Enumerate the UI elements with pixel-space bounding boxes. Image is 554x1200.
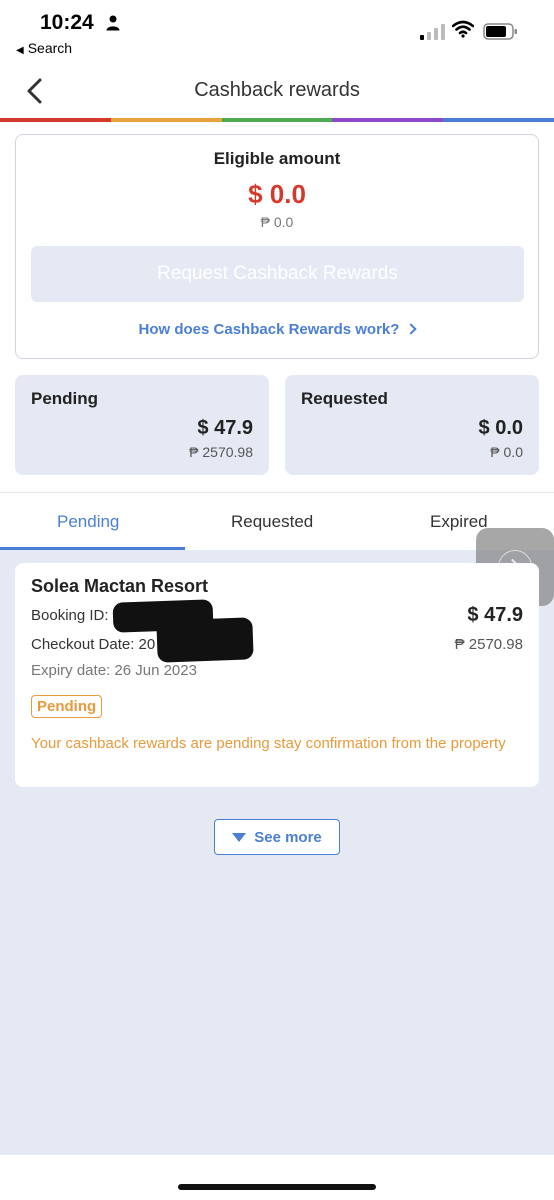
pending-summary-title: Pending [31, 389, 99, 408]
requested-summary-card: Requested $ 0.0 ₱ 0.0 [285, 375, 539, 475]
hotel-name: Solea Mactan Resort [31, 576, 209, 596]
booking-amount-php: ₱ 2570.98 [454, 636, 523, 653]
chevron-right-icon [405, 323, 418, 335]
redaction-mark [156, 617, 254, 663]
status-bar: 10:24 ◀ Search [0, 0, 554, 66]
how-cashback-works-link[interactable]: How does Cashback Rewards work? [16, 321, 538, 338]
requested-summary-usd: $ 0.0 [478, 417, 523, 439]
person-icon [106, 15, 120, 31]
back-search-label: Search [27, 40, 73, 56]
status-badge: Pending [31, 695, 103, 718]
back-to-search-link[interactable]: ◀ Search [16, 40, 72, 56]
pending-summary-card: Pending $ 47.9 ₱ 2570.98 [15, 375, 269, 475]
eligible-amount-card: Eligible amount $ 0.0 ₱ 0.0 Request Cash… [15, 134, 539, 359]
requested-summary-title: Requested [301, 389, 388, 408]
see-more-label: See more [254, 828, 322, 846]
expiry-date: Expiry date: 26 Jun 2023 [31, 662, 197, 679]
eligible-amount-php: ₱ 0.0 [260, 214, 294, 230]
caret-down-icon [232, 832, 247, 842]
how-cashback-works-label: How does Cashback Rewards work? [138, 321, 400, 338]
page-title: Cashback rewards [194, 79, 360, 101]
tab-bar: Pending Requested Expired [0, 492, 554, 550]
tab-expired[interactable]: Expired [430, 512, 488, 532]
requested-summary-php: ₱ 0.0 [490, 444, 523, 460]
booking-card[interactable]: Solea Mactan Resort Booking ID: 79016633… [15, 563, 539, 787]
active-tab-indicator [0, 547, 185, 550]
pending-note: Your cashback rewards are pending stay c… [31, 735, 506, 752]
pending-summary-php: ₱ 2570.98 [189, 444, 253, 460]
home-indicator[interactable] [178, 1184, 376, 1190]
see-more-button[interactable]: See more [214, 819, 340, 855]
booking-amount-usd: $ 47.9 [467, 604, 523, 626]
status-time: 10:24 [40, 11, 94, 34]
bottom-safe-area [0, 1155, 554, 1200]
back-triangle-icon: ◀ [16, 45, 24, 56]
tab-requested[interactable]: Requested [231, 512, 313, 532]
navbar: Cashback rewards [0, 66, 554, 118]
eligible-amount-label: Eligible amount [213, 149, 341, 168]
pending-summary-usd: $ 47.9 [197, 417, 253, 439]
request-cashback-button[interactable]: Request Cashback Rewards [31, 246, 524, 302]
wifi-icon [452, 20, 474, 38]
eligible-amount-usd: $ 0.0 [248, 179, 306, 209]
cellular-signal-icon [420, 24, 445, 40]
battery-icon [483, 23, 517, 40]
tab-pending[interactable]: Pending [57, 512, 119, 532]
